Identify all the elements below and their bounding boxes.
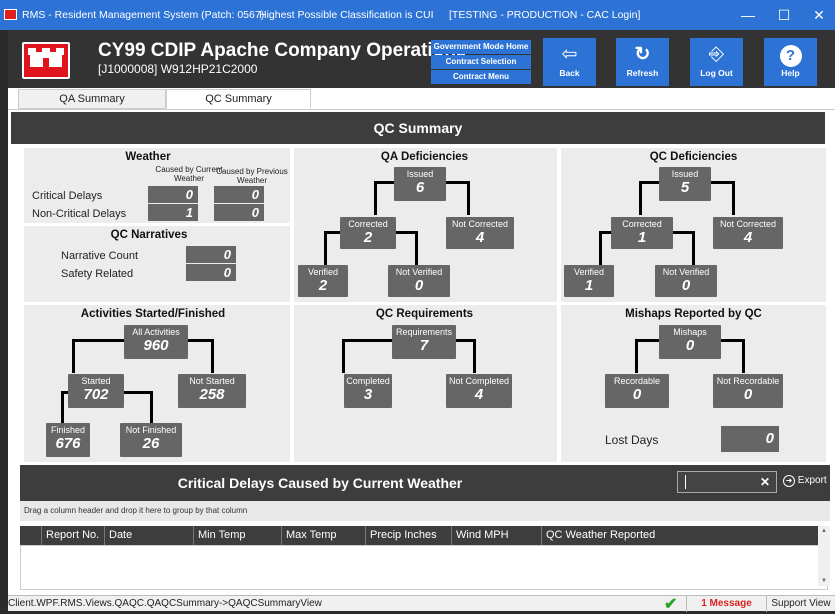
row-selector-header [20, 526, 42, 545]
narratives-title: QC Narratives [110, 229, 188, 241]
weather-title: Weather [125, 151, 171, 163]
completed-box: Completed 3 [344, 374, 392, 408]
mishaps-title: Mishaps Reported by QC [625, 308, 762, 320]
critical-delays-previous: 0 [214, 186, 264, 203]
messages-button[interactable]: 1 Message [686, 596, 766, 612]
maximize-button[interactable]: ☐ [768, 0, 800, 30]
clear-search-icon[interactable]: ✕ [760, 475, 770, 489]
government-mode-home-link[interactable]: Government Mode Home [431, 40, 531, 54]
grid-vertical-scrollbar[interactable]: ▲ ▼ [818, 526, 830, 586]
app-title: RMS - Resident Management System (Patch:… [22, 9, 265, 21]
recordable-box: Recordable 0 [605, 374, 669, 408]
qc-verified-box: Verified 1 [564, 265, 614, 297]
non-critical-delays-label: Non-Critical Delays [32, 208, 127, 220]
tab-strip: QA Summary QC Summary [8, 88, 835, 110]
export-icon: ➜ [783, 475, 795, 487]
export-button[interactable]: ➜ Export [783, 475, 827, 487]
weather-panel: Weather Caused by Current Weather Caused… [24, 148, 290, 223]
column-date[interactable]: Date [105, 526, 194, 545]
column-qc-weather-reported[interactable]: QC Weather Reported [542, 526, 828, 545]
log-out-button[interactable]: ⎆ Log Out [690, 38, 743, 86]
classification-text: Highest Possible Classification is CUI [259, 9, 434, 21]
qc-deficiencies-title: QC Deficiencies [649, 151, 738, 163]
refresh-icon: ↻ [634, 44, 651, 65]
logout-icon: ⎆ [708, 44, 725, 65]
qa-deficiencies-panel: QA Deficiencies Issued 6 Corrected 2 Not C… [294, 148, 557, 302]
non-critical-delays-previous: 0 [214, 204, 264, 221]
not-finished-box: Not Finished 26 [120, 423, 182, 457]
narrative-count-value: 0 [186, 246, 236, 263]
requirements-panel: QC Requirements Requirements 7 Completed 3… [294, 305, 557, 462]
column-wind-mph[interactable]: Wind MPH [452, 526, 542, 545]
refresh-button[interactable]: ↻ Refresh [616, 38, 669, 86]
section-banner: QC Summary [11, 112, 825, 144]
qa-not-verified-box: Not Verified 0 [388, 265, 450, 297]
close-button[interactable]: ✕ [803, 0, 835, 30]
grid-column-headers: Report No. Date Min Temp Max Temp Precip… [20, 526, 828, 545]
contract-selection-link[interactable]: Contract Selection [431, 55, 531, 69]
lost-days-value: 0 [721, 426, 779, 452]
castle-logo-icon [22, 42, 70, 79]
checkmark-icon: ✔ [664, 596, 678, 613]
qa-issued-box: Issued 6 [394, 167, 446, 201]
not-completed-box: Not Completed 4 [446, 374, 512, 408]
view-path-text: Client.WPF.RMS.Views.QAQC.QAQCSummary->Q… [8, 598, 322, 609]
page-title: CY99 CDIP Apache Company Operations [98, 40, 467, 61]
qa-corrected-box: Corrected 2 [340, 217, 396, 249]
critical-delays-current: 0 [148, 186, 198, 203]
activities-panel: Activities Started/Finished All Activiti… [24, 305, 290, 462]
requirements-title: QC Requirements [375, 308, 474, 320]
safety-related-label: Safety Related [61, 268, 134, 280]
contract-menu-link[interactable]: Contract Menu [431, 70, 531, 84]
qa-verified-box: Verified 2 [298, 265, 348, 297]
app-header: CY99 CDIP Apache Company Operations [J10… [8, 30, 835, 88]
qc-not-corrected-box: Not Corrected 4 [713, 217, 783, 249]
support-view-button[interactable]: Support View [766, 596, 835, 612]
qc-not-verified-box: Not Verified 0 [655, 265, 717, 297]
column-min-temp[interactable]: Min Temp [194, 526, 282, 545]
not-recordable-box: Not Recordable 0 [713, 374, 783, 408]
column-report-no[interactable]: Report No. [42, 526, 105, 545]
qa-not-corrected-box: Not Corrected 4 [446, 217, 514, 249]
requirements-total-box: Requirements 7 [392, 325, 456, 359]
back-button[interactable]: ⇦ Back [543, 38, 596, 86]
grid-title-bar: Critical Delays Caused by Current Weathe… [20, 465, 830, 501]
mishaps-panel: Mishaps Reported by QC Mishaps 0 Recordab… [561, 305, 826, 462]
grid-title: Critical Delays Caused by Current Weathe… [177, 475, 463, 491]
environment-text: [TESTING - PRODUCTION - CAC Login] [449, 9, 641, 21]
not-started-box: Not Started 258 [178, 374, 246, 408]
all-activities-box: All Activities 960 [124, 325, 188, 359]
column-precip-inches[interactable]: Precip Inches [366, 526, 452, 545]
contract-number: [J1000008] W912HP21C2000 [98, 62, 258, 76]
group-by-drop-area[interactable]: Drag a column header and drop it here to… [20, 501, 830, 521]
qc-issued-box: Issued 5 [659, 167, 711, 201]
column-max-temp[interactable]: Max Temp [282, 526, 366, 545]
narratives-panel: QC Narratives Narrative Count 0 Safety R… [24, 226, 290, 302]
safety-related-value: 0 [186, 264, 236, 281]
mishaps-total-box: Mishaps 0 [659, 325, 721, 359]
lost-days-label: Lost Days [605, 433, 659, 447]
qc-deficiencies-panel: QC Deficiencies Issued 5 Corrected 1 Not C… [561, 148, 826, 302]
finished-box: Finished 676 [46, 423, 90, 457]
previous-weather-header: Caused by Previous Weather [216, 167, 288, 185]
activities-title: Activities Started/Finished [80, 308, 226, 320]
app-logo-icon [4, 9, 17, 20]
minimize-button[interactable]: — [732, 0, 764, 30]
started-box: Started 702 [68, 374, 124, 408]
help-icon: ? [764, 42, 817, 68]
grid-body [20, 545, 828, 590]
critical-delays-label: Critical Delays [32, 190, 103, 202]
back-arrow-icon: ⇦ [561, 44, 578, 65]
status-bar: Client.WPF.RMS.Views.QAQC.QAQCSummary->Q… [8, 595, 835, 613]
tab-qa-summary[interactable]: QA Summary [18, 89, 166, 109]
grid-search-input[interactable]: ✕ [677, 471, 777, 493]
qa-deficiencies-title: QA Deficiencies [380, 151, 469, 163]
qc-corrected-box: Corrected 1 [611, 217, 673, 249]
window-title-bar: RMS - Resident Management System (Patch:… [0, 0, 835, 30]
help-button[interactable]: ? Help [764, 38, 817, 86]
non-critical-delays-current: 1 [148, 204, 198, 221]
tab-qc-summary[interactable]: QC Summary [166, 89, 311, 109]
narrative-count-label: Narrative Count [61, 250, 139, 262]
